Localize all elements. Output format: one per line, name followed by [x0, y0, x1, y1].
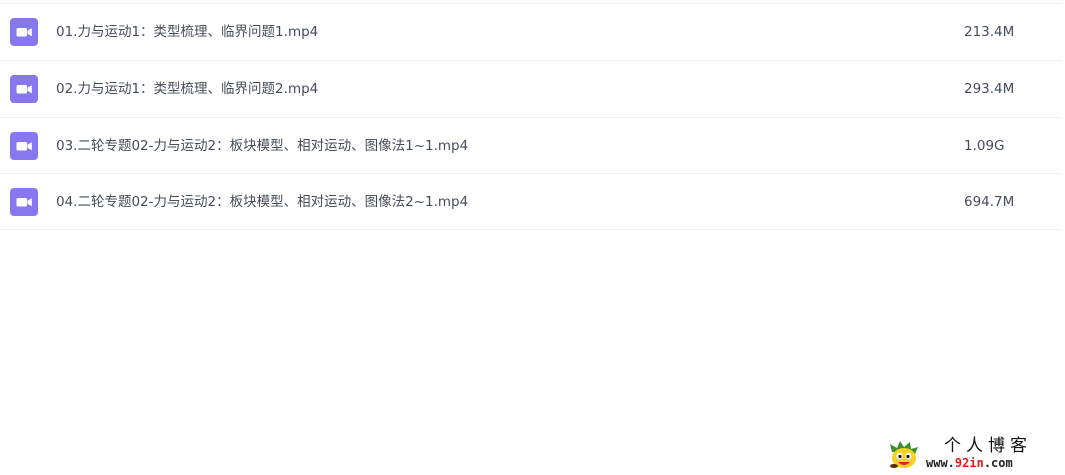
video-file-icon — [10, 188, 38, 216]
video-file-icon — [10, 132, 38, 160]
file-row[interactable]: 03.二轮专题02-力与运动2：板块模型、相对运动、图像法1~1.mp4 1.0… — [0, 118, 1062, 174]
watermark-url-prefix: www. — [926, 456, 955, 470]
file-row[interactable]: 04.二轮专题02-力与运动2：板块模型、相对运动、图像法2~1.mp4 694… — [0, 174, 1062, 230]
watermark-title: 个人博客 — [944, 436, 1032, 456]
file-name[interactable]: 04.二轮专题02-力与运动2：板块模型、相对运动、图像法2~1.mp4 — [56, 174, 468, 230]
file-list: 01.力与运动1：类型梳理、临界问题1.mp4 213.4M 02.力与运动1：… — [0, 4, 1062, 230]
file-name[interactable]: 01.力与运动1：类型梳理、临界问题1.mp4 — [56, 4, 318, 60]
watermark-url: www.92in.com — [926, 456, 1013, 470]
file-size: 213.4M — [964, 24, 1015, 40]
file-size: 1.09G — [964, 138, 1005, 154]
file-row[interactable]: 02.力与运动1：类型梳理、临界问题2.mp4 293.4M — [0, 61, 1062, 118]
file-name[interactable]: 02.力与运动1：类型梳理、临界问题2.mp4 — [56, 61, 318, 117]
file-size: 293.4M — [964, 81, 1015, 97]
video-file-icon — [10, 18, 38, 46]
file-size: 694.7M — [964, 194, 1015, 210]
file-row[interactable]: 01.力与运动1：类型梳理、临界问题1.mp4 213.4M — [0, 4, 1062, 61]
watermark-url-suffix: .com — [983, 456, 1013, 470]
watermark-url-accent: 92in — [954, 456, 984, 470]
video-file-icon — [10, 75, 38, 103]
file-name[interactable]: 03.二轮专题02-力与运动2：板块模型、相对运动、图像法1~1.mp4 — [56, 118, 468, 174]
blog-watermark: 个人博客 www.92in.com — [886, 436, 1056, 472]
blog-mascot-logo-icon — [890, 441, 918, 468]
list-right-edge — [1062, 0, 1063, 4]
